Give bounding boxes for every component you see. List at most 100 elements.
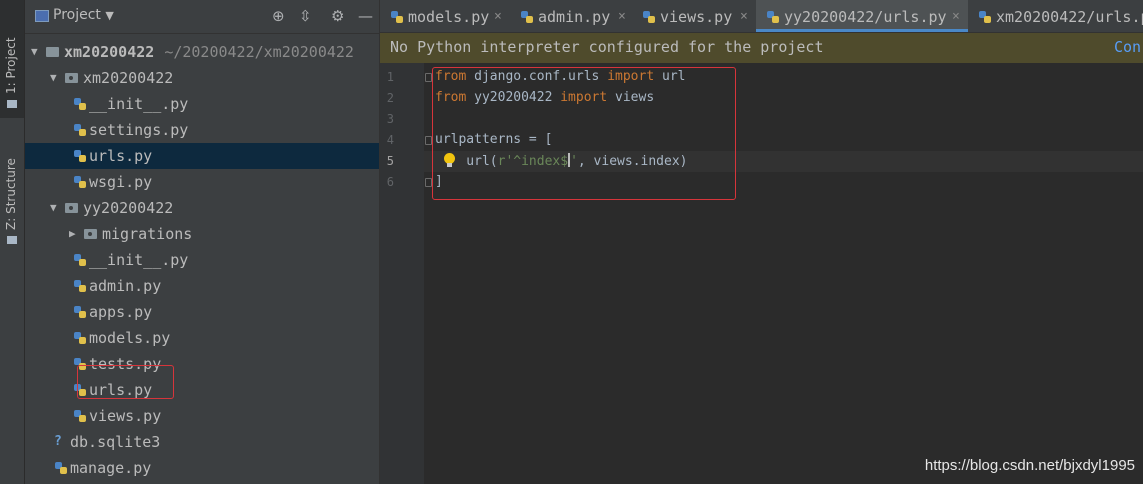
project-panel-title[interactable]: Project ▼ xyxy=(53,7,114,23)
tree-item-database-file[interactable]: ? db.sqlite3 xyxy=(25,429,379,455)
tree-item-python-file[interactable]: wsgi.py xyxy=(25,169,379,195)
fold-marker-icon[interactable] xyxy=(425,73,432,82)
python-file-icon xyxy=(73,305,87,319)
tree-item-label: db.sqlite3 xyxy=(70,429,160,455)
tree-item-name: models.py xyxy=(89,329,171,347)
project-panel-title-text: Project xyxy=(53,7,101,23)
structure-tool-tab-label: Z: Structure xyxy=(4,158,18,230)
tree-item-name: yy20200422 xyxy=(83,199,174,217)
python-file-icon xyxy=(642,10,656,24)
project-panel: Project ▼ ⊕ ⇳ ⚙ — ▼ xm20200422 ~/20200422/… xyxy=(25,0,380,484)
tree-item-python-file[interactable]: __init__.py xyxy=(25,247,379,273)
tree-item-name: xm20200422 xyxy=(83,69,174,87)
tree-item-name: wsgi.py xyxy=(89,173,153,191)
close-icon[interactable]: × xyxy=(740,0,748,34)
tree-item-name: __init__.py xyxy=(89,251,189,269)
tree-item-label: xm20200422 ~/20200422/xm20200422 xyxy=(64,39,354,65)
python-file-icon xyxy=(73,331,87,345)
tab-admin[interactable]: admin.py × xyxy=(510,0,632,32)
tree-item-python-file[interactable]: models.py xyxy=(25,325,379,351)
tool-window-strip: 1: Project Z: Structure xyxy=(0,0,25,484)
python-file-icon xyxy=(73,253,87,267)
minimize-icon[interactable]: — xyxy=(358,7,373,25)
tree-item-label: manage.py xyxy=(70,455,151,481)
interpreter-warning-banner: No Python interpreter configured for the… xyxy=(380,33,1143,63)
project-panel-header: Project ▼ ⊕ ⇳ ⚙ — xyxy=(25,0,379,34)
line-number: 3 xyxy=(386,112,394,126)
tree-item-package[interactable]: ▼ yy20200422 xyxy=(25,195,379,221)
python-file-icon xyxy=(73,149,87,163)
tree-item-name: xm20200422 xyxy=(64,43,155,61)
python-file-icon xyxy=(73,279,87,293)
tree-item-name: db.sqlite3 xyxy=(70,433,161,451)
tree-item-python-file[interactable]: settings.py xyxy=(25,117,379,143)
code-editor[interactable]: from django.conf.urls import url from yy2… xyxy=(424,63,1143,484)
chevron-down-icon: ▼ xyxy=(105,9,114,22)
configure-link[interactable]: Con xyxy=(1114,33,1141,61)
package-folder-icon xyxy=(84,229,97,239)
tree-item-python-file[interactable]: urls.py xyxy=(25,143,379,169)
tree-item-python-file[interactable]: __init__.py xyxy=(25,91,379,117)
gear-icon[interactable]: ⚙ xyxy=(331,7,344,25)
fold-marker-icon[interactable] xyxy=(425,136,432,145)
tree-item-name: __init__.py xyxy=(89,95,189,113)
package-folder-icon xyxy=(65,73,78,83)
structure-tool-tab[interactable]: Z: Structure xyxy=(0,128,24,250)
watermark-text: https://blog.csdn.net/bjxdyl1995 xyxy=(924,457,1135,474)
tree-item-python-file[interactable]: views.py xyxy=(25,403,379,429)
tree-item-package[interactable]: ▼ xm20200422 xyxy=(25,65,379,91)
close-icon[interactable]: × xyxy=(494,0,502,34)
tree-item-python-file[interactable]: admin.py xyxy=(25,273,379,299)
line-number: 2 xyxy=(386,91,394,105)
tree-item-python-file[interactable]: apps.py xyxy=(25,299,379,325)
line-number: 6 xyxy=(386,175,394,189)
tab-label: xm20200422/urls.p xyxy=(996,8,1143,26)
tree-item-label: settings.py xyxy=(89,117,188,143)
python-file-icon xyxy=(73,123,87,137)
unknown-file-icon: ? xyxy=(54,434,62,449)
expanded-arrow-icon[interactable]: ▼ xyxy=(50,195,57,221)
tree-item-label: xm20200422 xyxy=(83,65,173,91)
line-number: 4 xyxy=(386,133,394,147)
folder-icon xyxy=(46,47,59,57)
tree-item-root-folder[interactable]: ▼ xm20200422 ~/20200422/xm20200422 xyxy=(25,39,379,65)
tab-xm-urls[interactable]: xm20200422/urls.p xyxy=(968,0,1143,32)
tree-item-label: apps.py xyxy=(89,299,152,325)
line-number-gutter: 1 2 3 4 5 6 xyxy=(380,63,424,484)
tree-item-label: yy20200422 xyxy=(83,195,173,221)
line-number: 1 xyxy=(386,70,394,84)
tree-item-label: admin.py xyxy=(89,273,161,299)
tab-views[interactable]: views.py × xyxy=(632,0,756,32)
tab-label: models.py xyxy=(408,8,490,26)
highlight-box-code xyxy=(432,67,736,200)
tree-item-label: views.py xyxy=(89,403,161,429)
locate-icon[interactable]: ⊕ xyxy=(272,7,285,25)
tree-item-name: views.py xyxy=(89,407,162,425)
close-icon[interactable]: × xyxy=(618,0,626,34)
banner-message: No Python interpreter configured for the… xyxy=(390,38,824,56)
expanded-arrow-icon[interactable]: ▼ xyxy=(50,65,57,91)
tree-item-name: settings.py xyxy=(89,121,189,139)
collapsed-arrow-icon[interactable]: ▶ xyxy=(69,221,76,247)
python-file-icon xyxy=(390,10,404,24)
package-folder-icon xyxy=(65,203,78,213)
tree-item-path: ~/20200422/xm20200422 xyxy=(164,43,354,61)
structure-icon xyxy=(7,236,17,244)
tree-item-python-file[interactable]: manage.py xyxy=(25,455,379,481)
tree-item-package[interactable]: ▶ migrations xyxy=(25,221,379,247)
tree-item-name: apps.py xyxy=(89,303,153,321)
tab-models[interactable]: models.py × xyxy=(380,0,510,32)
tree-item-label: wsgi.py xyxy=(89,169,152,195)
close-icon[interactable]: × xyxy=(952,0,960,34)
python-file-icon xyxy=(73,175,87,189)
collapse-icon[interactable]: ⇳ xyxy=(299,7,312,25)
line-number: 5 xyxy=(386,154,394,168)
project-tool-tab[interactable]: 1: Project xyxy=(0,0,24,118)
expanded-arrow-icon[interactable]: ▼ xyxy=(31,39,38,65)
tree-item-label: urls.py xyxy=(89,143,152,169)
tree-item-label: __init__.py xyxy=(89,247,188,273)
python-file-icon xyxy=(520,10,534,24)
project-icon xyxy=(35,10,49,22)
fold-marker-icon[interactable] xyxy=(425,178,432,187)
tab-yy-urls[interactable]: yy20200422/urls.py × xyxy=(756,0,968,32)
